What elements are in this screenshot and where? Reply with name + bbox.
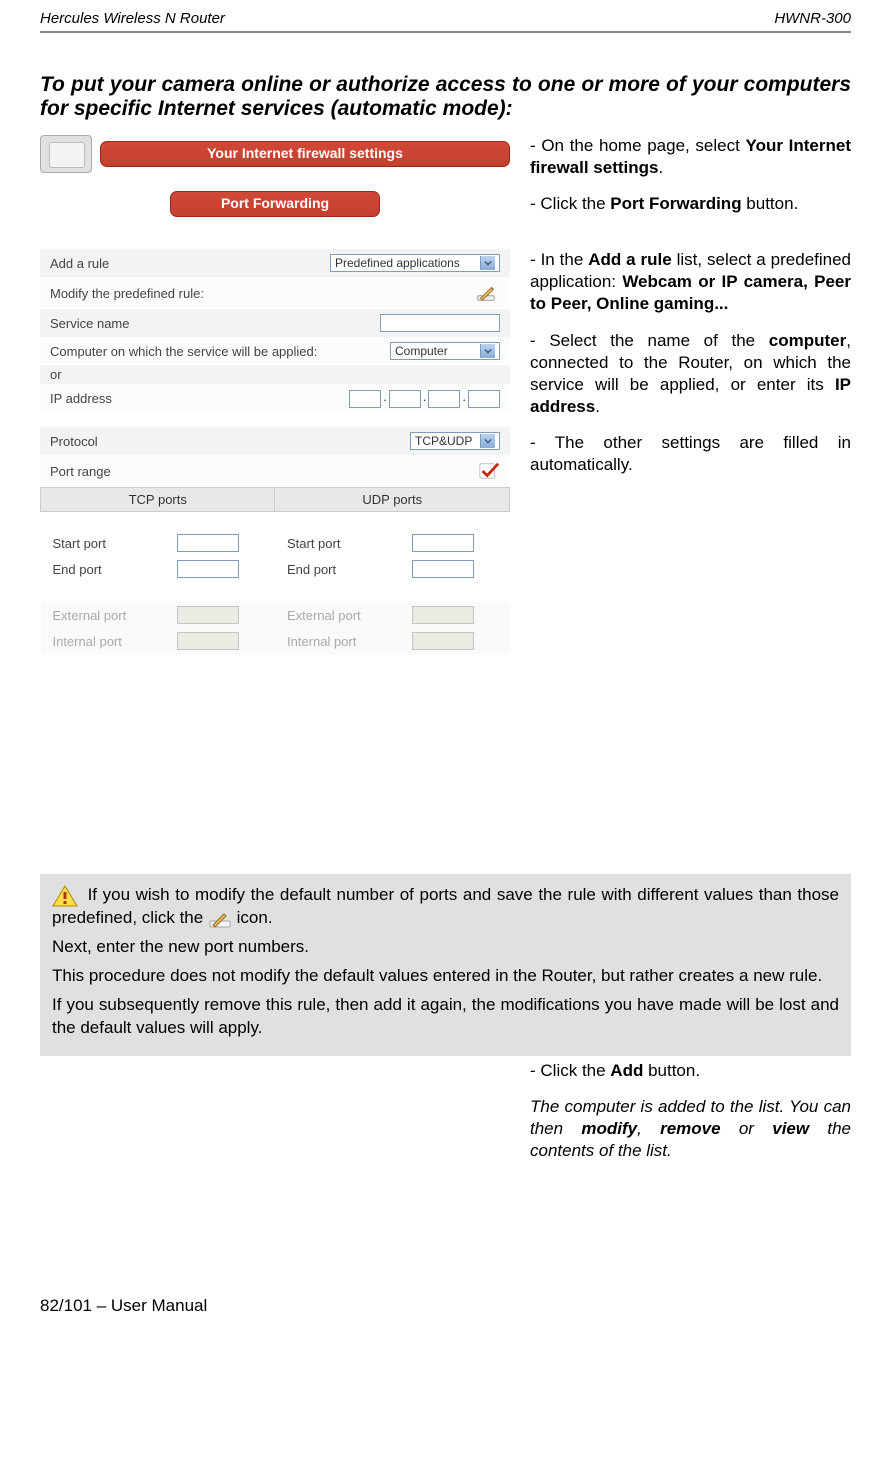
udp-ext-label: External port xyxy=(275,602,400,628)
footer-instruction-1: - Click the Add button. xyxy=(530,1060,851,1082)
page-footer: 82/101 – User Manual xyxy=(40,1296,851,1316)
ip-octet-2[interactable] xyxy=(389,390,421,408)
udp-end-label: End port xyxy=(275,556,400,582)
port-forwarding-label: Port Forwarding xyxy=(221,195,329,211)
udp-header: UDP ports xyxy=(275,488,510,512)
tcp-int-input xyxy=(177,632,239,650)
port-range-label: Port range xyxy=(50,464,111,479)
header-left: Hercules Wireless N Router xyxy=(40,10,225,27)
instruction-5: - The other settings are filled in autom… xyxy=(530,432,851,476)
tcp-start-input[interactable] xyxy=(177,534,239,552)
or-label: or xyxy=(50,367,62,382)
instruction-3: - In the Add a rule list, select a prede… xyxy=(530,249,851,315)
chevron-down-icon xyxy=(480,434,495,448)
edit-icon[interactable] xyxy=(472,282,500,304)
computer-select[interactable]: Computer xyxy=(390,342,500,360)
checkmark-icon[interactable] xyxy=(478,460,500,482)
modify-rule-row: Modify the predefined rule: xyxy=(40,277,510,309)
tcp-end-label: End port xyxy=(41,556,166,582)
udp-start-input[interactable] xyxy=(412,534,474,552)
protocol-row: Protocol TCP&UDP xyxy=(40,427,510,455)
udp-int-label: Internal port xyxy=(275,628,400,654)
chevron-down-icon xyxy=(480,344,495,358)
ip-octet-1[interactable] xyxy=(349,390,381,408)
tcp-int-label: Internal port xyxy=(41,628,166,654)
pencil-icon xyxy=(208,909,232,929)
service-name-row: Service name xyxy=(40,309,510,337)
firewall-settings-label: Your Internet firewall settings xyxy=(207,145,403,161)
ip-octet-4[interactable] xyxy=(468,390,500,408)
udp-start-label: Start port xyxy=(275,530,400,556)
note-callout: If you wish to modify the default number… xyxy=(40,874,851,1056)
firewall-settings-button[interactable]: Your Internet firewall settings xyxy=(100,141,510,167)
service-name-label: Service name xyxy=(50,316,129,331)
port-forwarding-button[interactable]: Port Forwarding xyxy=(170,191,380,217)
instruction-2: - Click the Port Forwarding button. xyxy=(530,193,851,215)
protocol-label: Protocol xyxy=(50,434,98,449)
udp-ext-input xyxy=(412,606,474,624)
tcp-header: TCP ports xyxy=(41,488,275,512)
tcp-end-input[interactable] xyxy=(177,560,239,578)
header-right: HWNR-300 xyxy=(774,10,851,27)
port-range-row: Port range xyxy=(40,455,510,487)
add-rule-value: Predefined applications xyxy=(335,256,460,270)
callout-line-3: This procedure does not modify the defau… xyxy=(52,965,839,988)
firewall-icon xyxy=(40,135,92,173)
protocol-select[interactable]: TCP&UDP xyxy=(410,432,500,450)
or-row: or xyxy=(40,365,510,384)
ports-table: TCP ports UDP ports Start port Start por… xyxy=(40,487,510,654)
add-rule-select[interactable]: Predefined applications xyxy=(330,254,500,272)
tcp-start-label: Start port xyxy=(41,530,166,556)
section-title: To put your camera online or authorize a… xyxy=(40,73,851,121)
tcp-ext-label: External port xyxy=(41,602,166,628)
chevron-down-icon xyxy=(480,256,495,270)
add-rule-row: Add a rule Predefined applications xyxy=(40,249,510,277)
computer-label: Computer on which the service will be ap… xyxy=(50,344,317,359)
ip-row: IP address . . . xyxy=(40,384,510,413)
computer-row: Computer on which the service will be ap… xyxy=(40,337,510,365)
callout-line-2: Next, enter the new port numbers. xyxy=(52,936,839,959)
port-forwarding-form: Add a rule Predefined applications Modif… xyxy=(40,249,510,654)
tcp-ext-input xyxy=(177,606,239,624)
footer-instruction-2: The computer is added to the list. You c… xyxy=(530,1096,851,1162)
instruction-4: - Select the name of the computer, conne… xyxy=(530,330,851,418)
udp-end-input[interactable] xyxy=(412,560,474,578)
warning-icon xyxy=(52,885,78,907)
page-header: Hercules Wireless N Router HWNR-300 xyxy=(40,10,851,33)
callout-line-4: If you subsequently remove this rule, th… xyxy=(52,994,839,1040)
protocol-value: TCP&UDP xyxy=(415,434,472,448)
ip-input-group: . . . xyxy=(349,389,500,408)
ip-octet-3[interactable] xyxy=(428,390,460,408)
udp-int-input xyxy=(412,632,474,650)
instruction-1: - On the home page, select Your Internet… xyxy=(530,135,851,179)
add-rule-label: Add a rule xyxy=(50,256,109,271)
computer-value: Computer xyxy=(395,344,448,358)
ip-label: IP address xyxy=(50,391,112,406)
service-name-input[interactable] xyxy=(380,314,500,332)
modify-rule-label: Modify the predefined rule: xyxy=(50,286,204,301)
